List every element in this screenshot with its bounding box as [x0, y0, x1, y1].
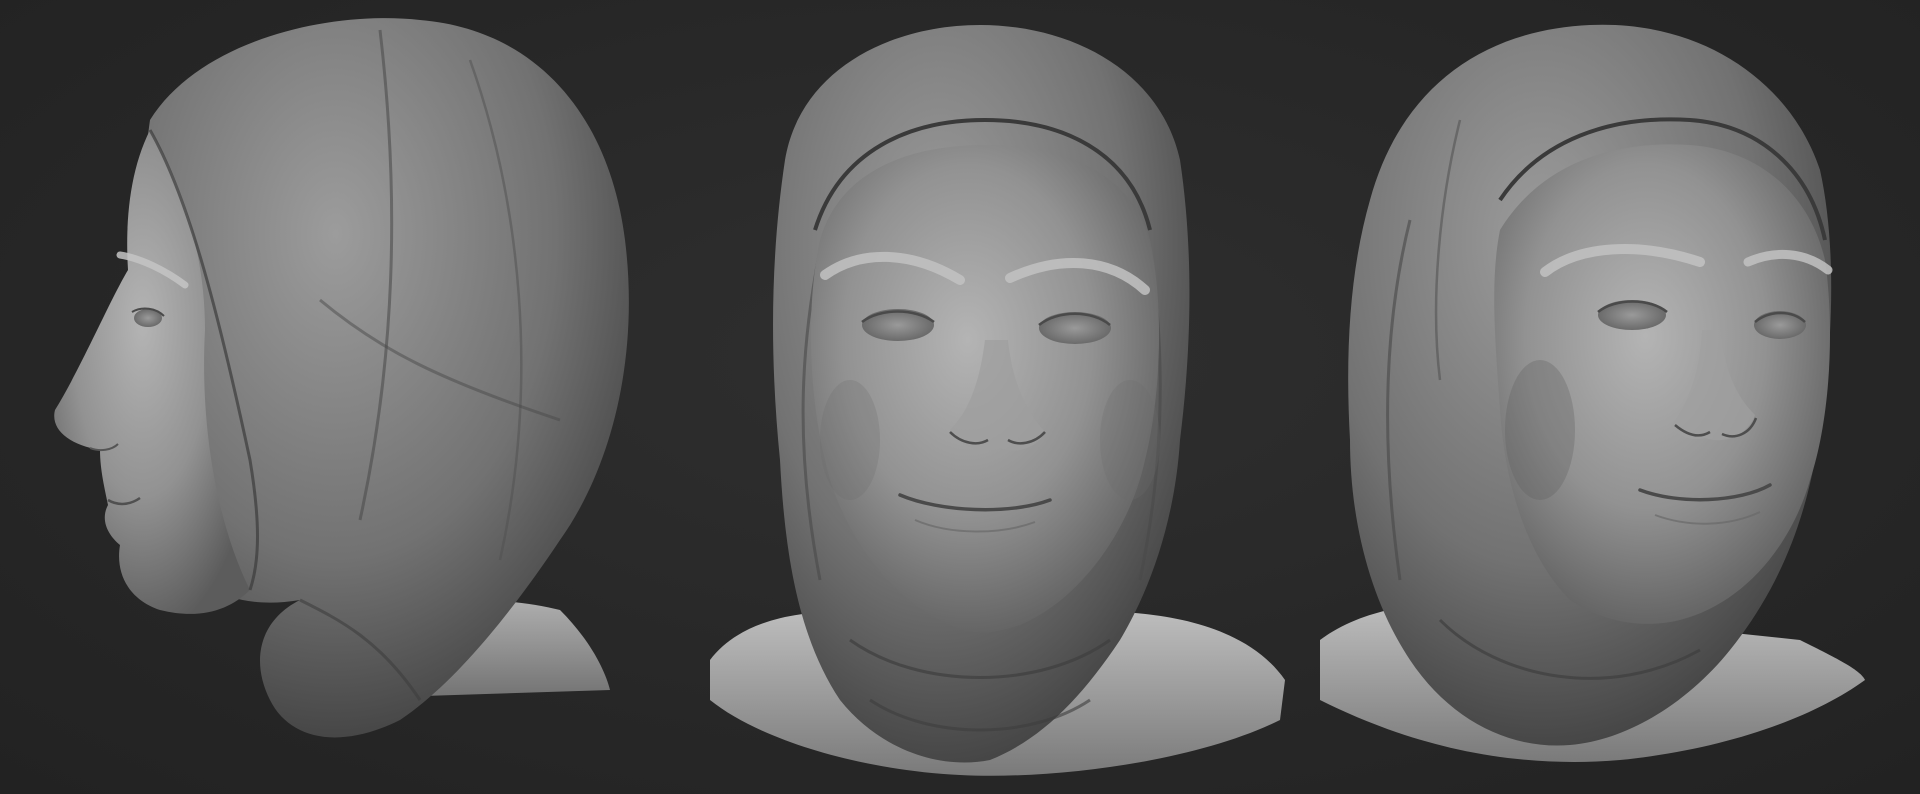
three-quarter-view	[1320, 24, 1865, 762]
front-view	[710, 25, 1285, 776]
render-canvas	[0, 0, 1920, 794]
profile-view	[54, 18, 629, 738]
sculpt-renders	[54, 18, 1865, 776]
